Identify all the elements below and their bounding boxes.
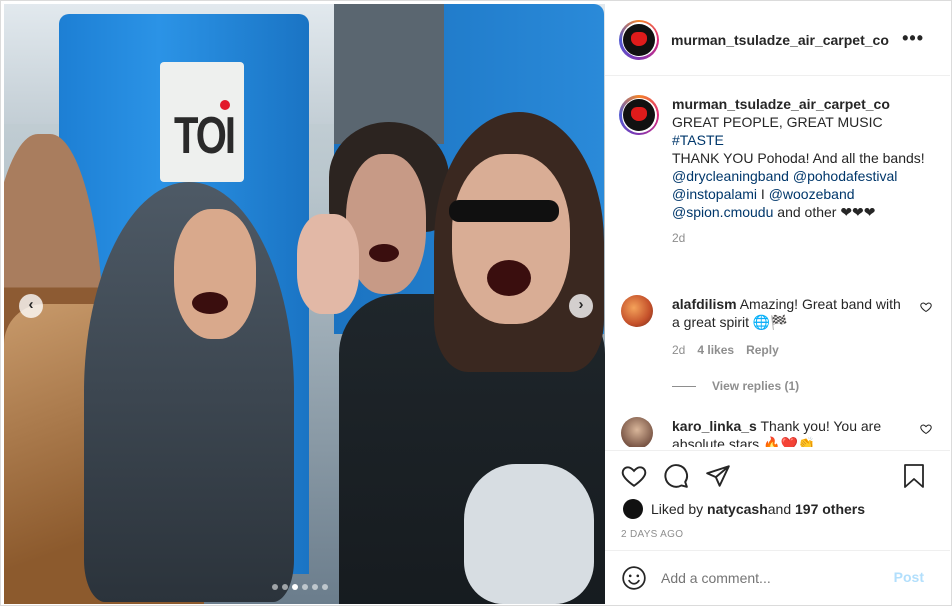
caption-line: THANK YOU Pohoda! And all the bands! xyxy=(672,150,925,166)
likes-prefix: Liked by xyxy=(651,501,704,517)
share-plane-icon[interactable] xyxy=(705,463,731,489)
ellipsis-icon[interactable]: ••• xyxy=(902,28,924,49)
comment-item: alafdilism Amazing! Great band with a gr… xyxy=(619,295,944,357)
likes-middle: and xyxy=(767,501,792,517)
comment-text: alafdilism Amazing! Great band with a gr… xyxy=(672,295,912,331)
carousel-dot-active xyxy=(292,584,298,590)
add-comment-bar: Post xyxy=(605,550,950,604)
heart-icon[interactable] xyxy=(920,301,932,313)
post-photo[interactable]: TOI ‹ › xyxy=(4,4,605,604)
caption-mention[interactable]: @instopalami xyxy=(672,186,757,202)
toilet-sign-text: TOI xyxy=(174,107,236,165)
comment-item: karo_linka_s Thank you! You are absolute… xyxy=(619,417,944,447)
carousel-dot xyxy=(302,584,308,590)
post-actions: Liked by natycash and 197 others 2 DAYS … xyxy=(605,450,950,550)
caption-time: 2d xyxy=(672,231,686,245)
caption-line: GREAT PEOPLE, GREAT MUSIC xyxy=(672,114,883,130)
carousel-next-button[interactable]: › xyxy=(569,294,593,318)
caption-mention[interactable]: @pohodafestival xyxy=(793,168,898,184)
toilet-sign: TOI xyxy=(160,62,244,182)
caption-separator: I xyxy=(757,186,769,202)
carousel-prev-button[interactable]: ‹ xyxy=(19,294,43,318)
post-timestamp[interactable]: 2 DAYS AGO xyxy=(621,529,683,540)
profile-avatar[interactable] xyxy=(619,19,659,60)
post-sidebar: murman_tsuladze_air_carpet_co ••• murman… xyxy=(605,4,950,604)
carousel-dot xyxy=(322,584,328,590)
caption-mention[interactable]: @woozeband xyxy=(769,186,855,202)
white-bag xyxy=(464,464,594,604)
bookmark-icon[interactable] xyxy=(902,463,926,489)
view-replies-label: View replies (1) xyxy=(712,379,800,393)
liker-avatar[interactable] xyxy=(623,499,643,519)
hooded-face xyxy=(174,209,256,339)
caption-tail: and other ❤❤❤ xyxy=(773,204,876,220)
heart-icon[interactable] xyxy=(920,423,932,435)
comment-input[interactable] xyxy=(661,569,881,586)
raised-hand xyxy=(297,214,359,314)
comment-meta: 2d 4 likes Reply xyxy=(672,343,944,357)
caption-username[interactable]: murman_tsuladze_air_carpet_co xyxy=(672,95,944,113)
view-replies-button[interactable]: View replies (1) xyxy=(672,379,799,393)
comment-avatar[interactable] xyxy=(621,295,653,327)
liker-username[interactable]: natycash xyxy=(707,501,768,517)
reply-button[interactable]: Reply xyxy=(746,343,779,357)
comment-username[interactable]: alafdilism xyxy=(672,296,737,312)
like-heart-icon[interactable] xyxy=(621,463,647,489)
comment-username[interactable]: karo_linka_s xyxy=(672,418,757,434)
comment-avatar[interactable] xyxy=(621,417,653,447)
post-header: murman_tsuladze_air_carpet_co ••• xyxy=(605,4,950,76)
comment-bubble-icon[interactable] xyxy=(663,463,689,489)
sunglasses xyxy=(449,200,559,222)
carousel-dot xyxy=(312,584,318,590)
comment-time: 2d xyxy=(672,343,686,357)
carousel-dots xyxy=(272,584,328,590)
comment-text: karo_linka_s Thank you! You are absolute… xyxy=(672,417,912,447)
carousel-dot xyxy=(282,584,288,590)
post-modal: TOI ‹ › murman_tsuladze_air_carpet_co ••… xyxy=(0,0,952,606)
header-username[interactable]: murman_tsuladze_air_carpet_co xyxy=(671,32,889,48)
likes-summary: Liked by natycash and 197 others xyxy=(623,499,865,519)
post-caption: murman_tsuladze_air_carpet_co GREAT PEOP… xyxy=(619,95,944,245)
likes-others[interactable]: 197 others xyxy=(795,501,865,517)
post-comment-button[interactable]: Post xyxy=(894,569,924,585)
caption-hashtag[interactable]: #TASTE xyxy=(672,131,944,149)
caption-avatar[interactable] xyxy=(619,95,659,135)
carousel-dot xyxy=(272,584,278,590)
caption-mention[interactable]: @spion.cmoudu xyxy=(672,204,773,220)
emoji-smile-icon[interactable] xyxy=(621,565,647,591)
comment-likes[interactable]: 4 likes xyxy=(697,343,734,357)
person-right-face xyxy=(452,154,570,324)
caption-text: murman_tsuladze_air_carpet_co GREAT PEOP… xyxy=(672,95,944,221)
caption-mention[interactable]: @drycleaningband xyxy=(672,168,789,184)
